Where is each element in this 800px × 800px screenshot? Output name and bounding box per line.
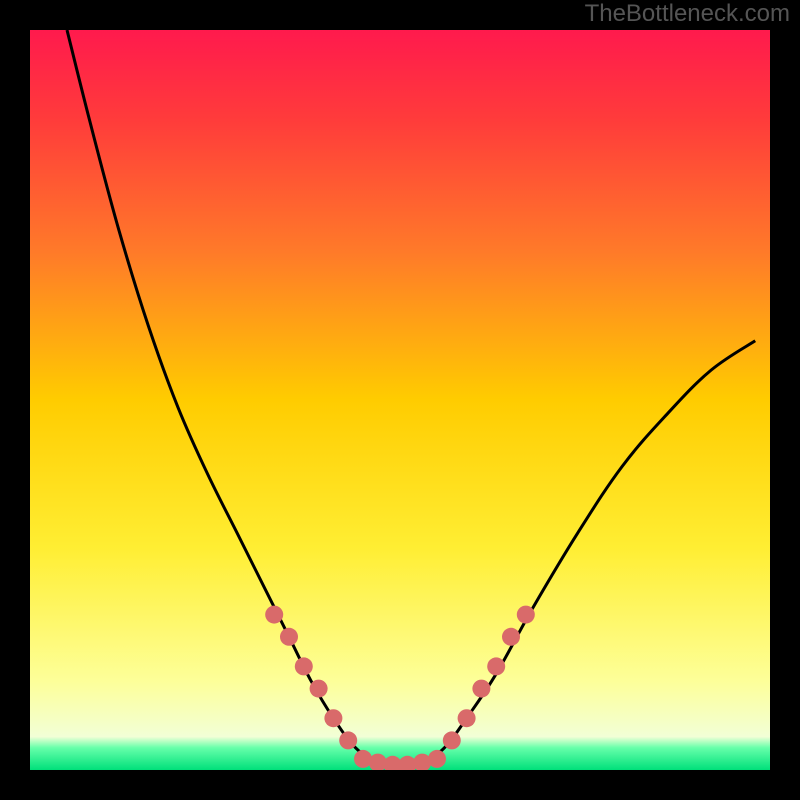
marker-point bbox=[487, 657, 505, 675]
marker-point bbox=[265, 606, 283, 624]
marker-point bbox=[443, 731, 461, 749]
marker-point bbox=[339, 731, 357, 749]
chart-container: TheBottleneck.com bbox=[0, 0, 800, 800]
chart-svg bbox=[30, 30, 770, 770]
marker-point bbox=[428, 750, 446, 768]
watermark-text: TheBottleneck.com bbox=[585, 0, 790, 28]
marker-point bbox=[472, 680, 490, 698]
marker-point bbox=[458, 709, 476, 727]
marker-point bbox=[517, 606, 535, 624]
marker-point bbox=[502, 628, 520, 646]
marker-point bbox=[324, 709, 342, 727]
gradient-background bbox=[30, 30, 770, 770]
marker-point bbox=[280, 628, 298, 646]
marker-point bbox=[295, 657, 313, 675]
marker-point bbox=[310, 680, 328, 698]
plot-area bbox=[30, 30, 770, 770]
